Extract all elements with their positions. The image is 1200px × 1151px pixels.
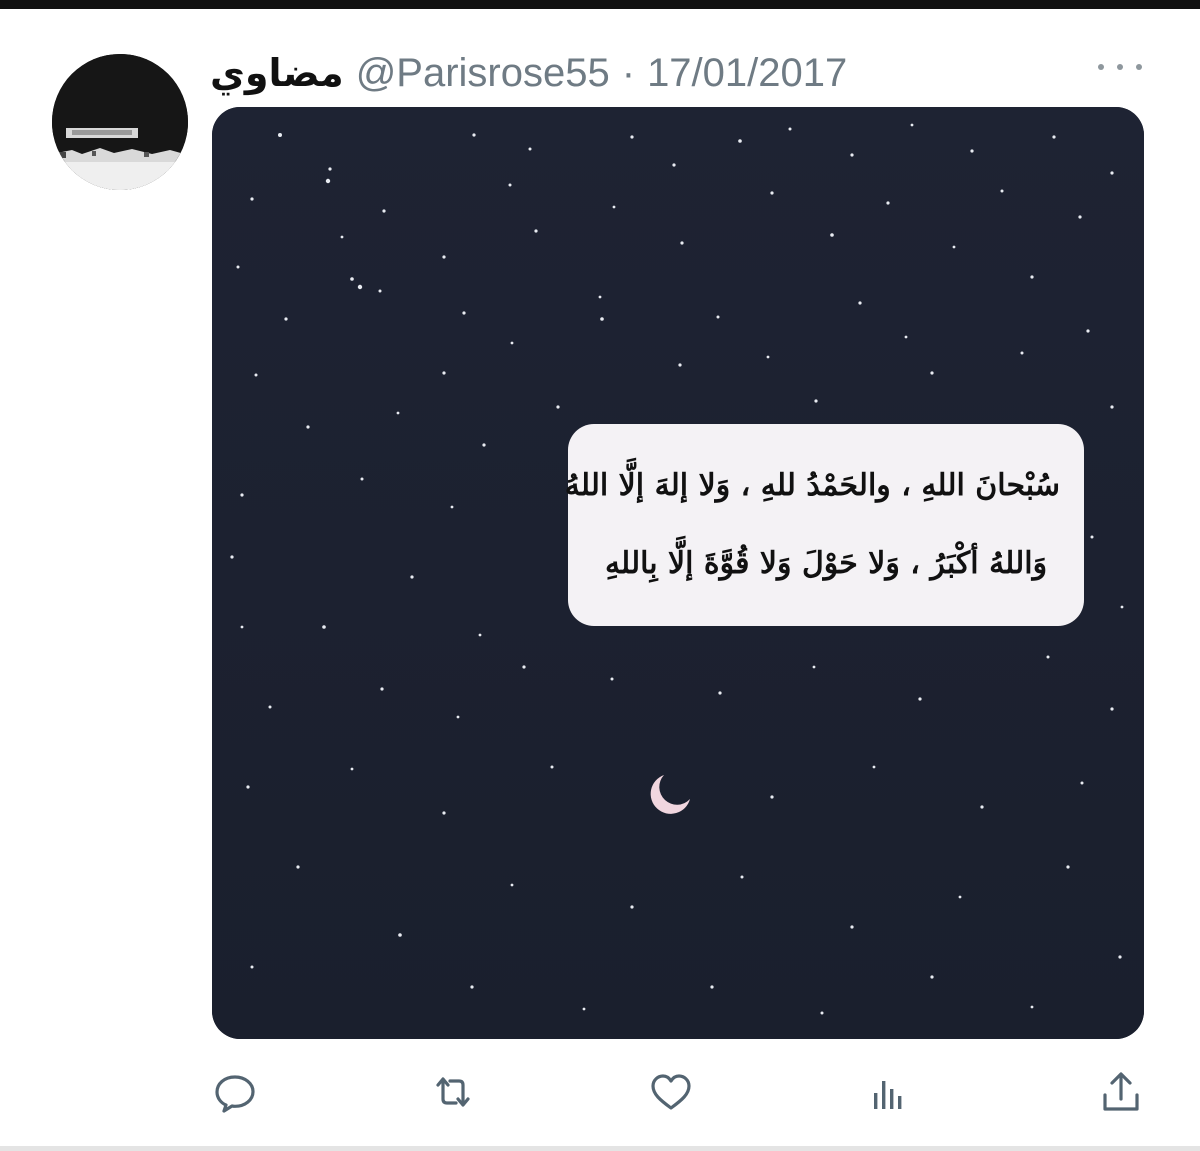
retweet-icon[interactable]: [430, 1069, 476, 1115]
tweet-media-image[interactable]: سُبْحانَ اللهِ ، والحَمْدُ للهِ ، وَلا إ…: [212, 107, 1144, 1039]
tweet-header: مضاوي @Parisrose55 · 17/01/2017: [210, 47, 847, 99]
more-dots-icon[interactable]: [1098, 57, 1142, 77]
analytics-icon[interactable]: [866, 1069, 912, 1115]
quote-card: سُبْحانَ اللهِ ، والحَمْدُ للهِ ، وَلا إ…: [564, 424, 1084, 626]
top-edge-bar: [0, 0, 1200, 9]
avatar[interactable]: [52, 54, 188, 190]
separator-dot: ·: [621, 50, 636, 95]
tweet[interactable]: مضاوي @Parisrose55 · 17/01/2017 سُبْحانَ…: [0, 9, 1200, 1146]
tweet-action-bar: [212, 1069, 1144, 1119]
like-icon[interactable]: [648, 1069, 694, 1115]
tweet-date[interactable]: 17/01/2017: [647, 51, 847, 96]
user-handle[interactable]: @Parisrose55: [356, 51, 610, 96]
quote-line-2: وَاللهُ أكْبَرُ ، وَلا حَوْلَ وَلا قُوَّ…: [604, 546, 1048, 581]
quote-line-1: سُبْحانَ اللهِ ، والحَمْدُ للهِ ، وَلا إ…: [564, 468, 1060, 503]
reply-icon[interactable]: [212, 1069, 258, 1115]
share-icon[interactable]: [1098, 1069, 1144, 1115]
bottom-divider: [0, 1146, 1200, 1151]
display-name[interactable]: مضاوي: [210, 51, 344, 95]
